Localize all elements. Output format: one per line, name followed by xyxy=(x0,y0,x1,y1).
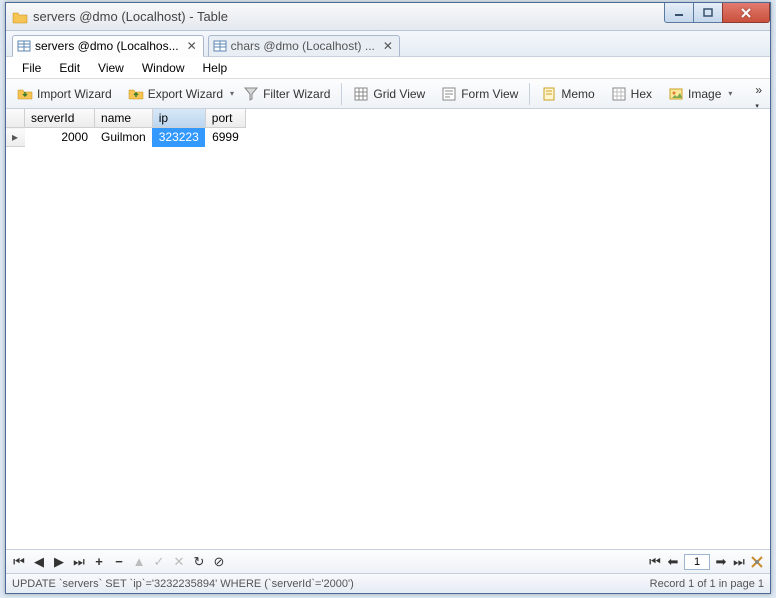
page-nav: ⏮ ⬅ ➡ ⏭ xyxy=(648,554,764,570)
stop-icon[interactable]: ⊘ xyxy=(212,554,226,570)
settings-icon[interactable] xyxy=(750,555,764,569)
filter-wizard-label: Filter Wizard xyxy=(263,87,330,101)
prev-page-icon[interactable]: ⬅ xyxy=(666,554,680,570)
status-query: UPDATE `servers` SET `ip`='3232235894' W… xyxy=(12,578,354,590)
post-edit-icon[interactable]: ✓ xyxy=(152,554,166,570)
table-area: serverId name ip port ▸ 2000 Guilmon 323… xyxy=(6,109,770,549)
memo-label: Memo xyxy=(561,87,594,101)
grid-icon xyxy=(353,86,369,102)
insert-record-icon[interactable]: + xyxy=(92,554,106,569)
export-wizard-label: Export Wizard xyxy=(148,87,223,101)
import-icon xyxy=(17,86,33,102)
page-input[interactable] xyxy=(684,554,710,570)
prev-record-icon[interactable]: ◀ xyxy=(32,554,46,570)
hex-label: Hex xyxy=(631,87,652,101)
titlebar: servers @dmo (Localhost) - Table xyxy=(6,3,770,31)
col-ip[interactable]: ip xyxy=(152,109,205,128)
col-name[interactable]: name xyxy=(95,109,153,128)
edit-record-icon[interactable]: ▲ xyxy=(132,554,146,569)
image-icon xyxy=(668,86,684,102)
separator xyxy=(529,83,530,105)
grid-view-label: Grid View xyxy=(373,87,425,101)
table-header-row: serverId name ip port xyxy=(6,109,245,128)
window-controls xyxy=(665,3,770,23)
refresh-icon[interactable]: ↻ xyxy=(192,554,206,570)
hex-button[interactable]: Hex xyxy=(604,82,659,106)
last-record-icon[interactable]: ⏭ xyxy=(72,554,86,570)
status-record: Record 1 of 1 in page 1 xyxy=(650,578,764,590)
form-icon xyxy=(441,86,457,102)
menubar: File Edit View Window Help xyxy=(6,57,770,79)
app-window: servers @dmo (Localhost) - Table servers… xyxy=(5,2,771,594)
last-page-icon[interactable]: ⏭ xyxy=(732,554,746,570)
record-navbar: ⏮ ◀ ▶ ⏭ + − ▲ ✓ ✕ ↻ ⊘ ⏮ ⬅ ➡ ⏭ xyxy=(6,549,770,573)
import-wizard-label: Import Wizard xyxy=(37,87,112,101)
row-marker-header xyxy=(6,109,25,128)
app-folder-icon xyxy=(12,9,28,25)
window-title: servers @dmo (Localhost) - Table xyxy=(33,9,228,24)
table-row[interactable]: ▸ 2000 Guilmon 323223 6999 xyxy=(6,128,245,147)
form-view-button[interactable]: Form View xyxy=(434,82,525,106)
current-row-marker-icon: ▸ xyxy=(6,128,25,147)
document-tabbar: servers @dmo (Localhos... ✕ chars @dmo (… xyxy=(6,31,770,57)
tab-close-icon[interactable]: ✕ xyxy=(383,39,393,53)
menu-file[interactable]: File xyxy=(14,58,49,78)
first-record-icon[interactable]: ⏮ xyxy=(12,554,26,570)
tab-close-icon[interactable]: ✕ xyxy=(187,39,197,53)
import-wizard-button[interactable]: Import Wizard xyxy=(10,82,119,106)
cancel-edit-icon[interactable]: ✕ xyxy=(172,554,186,570)
menu-window[interactable]: Window xyxy=(134,58,193,78)
col-serverid[interactable]: serverId xyxy=(25,109,95,128)
toolbar: Import Wizard Export Wizard ▾ Filter Wiz… xyxy=(6,79,770,109)
tab-label: servers @dmo (Localhos... xyxy=(35,39,179,53)
statusbar: UPDATE `servers` SET `ip`='3232235894' W… xyxy=(6,573,770,593)
cell-ip[interactable]: 323223 xyxy=(152,128,205,147)
cell-port[interactable]: 6999 xyxy=(205,128,245,147)
data-table: serverId name ip port ▸ 2000 Guilmon 323… xyxy=(6,109,246,147)
separator xyxy=(341,83,342,105)
export-dropdown-icon[interactable]: ▾ xyxy=(230,89,234,98)
maximize-button[interactable] xyxy=(693,3,723,23)
image-button[interactable]: Image xyxy=(661,82,728,106)
next-page-icon[interactable]: ➡ xyxy=(714,554,728,570)
toolbar-dropdown-icon[interactable]: ▾ xyxy=(728,89,732,98)
close-button[interactable] xyxy=(722,3,770,23)
menu-help[interactable]: Help xyxy=(195,58,236,78)
funnel-icon xyxy=(243,86,259,102)
memo-button[interactable]: Memo xyxy=(534,82,601,106)
table-icon xyxy=(17,39,31,53)
first-page-icon[interactable]: ⏮ xyxy=(648,554,662,570)
tab-chars[interactable]: chars @dmo (Localhost) ... ✕ xyxy=(208,35,400,57)
minimize-button[interactable] xyxy=(664,3,694,23)
image-label: Image xyxy=(688,87,721,101)
form-view-label: Form View xyxy=(461,87,518,101)
cell-serverid[interactable]: 2000 xyxy=(25,128,95,147)
cell-name[interactable]: Guilmon xyxy=(95,128,153,147)
memo-icon xyxy=(541,86,557,102)
menu-view[interactable]: View xyxy=(90,58,132,78)
grid-view-button[interactable]: Grid View xyxy=(346,82,432,106)
delete-record-icon[interactable]: − xyxy=(112,554,126,569)
tab-label: chars @dmo (Localhost) ... xyxy=(231,39,375,53)
table-icon xyxy=(213,39,227,53)
export-icon xyxy=(128,86,144,102)
tab-servers[interactable]: servers @dmo (Localhos... ✕ xyxy=(12,35,204,57)
filter-wizard-button[interactable]: Filter Wizard xyxy=(236,82,337,106)
hex-icon xyxy=(611,86,627,102)
next-record-icon[interactable]: ▶ xyxy=(52,554,66,570)
menu-edit[interactable]: Edit xyxy=(51,58,88,78)
export-wizard-button[interactable]: Export Wizard xyxy=(121,82,230,106)
col-port[interactable]: port xyxy=(205,109,245,128)
